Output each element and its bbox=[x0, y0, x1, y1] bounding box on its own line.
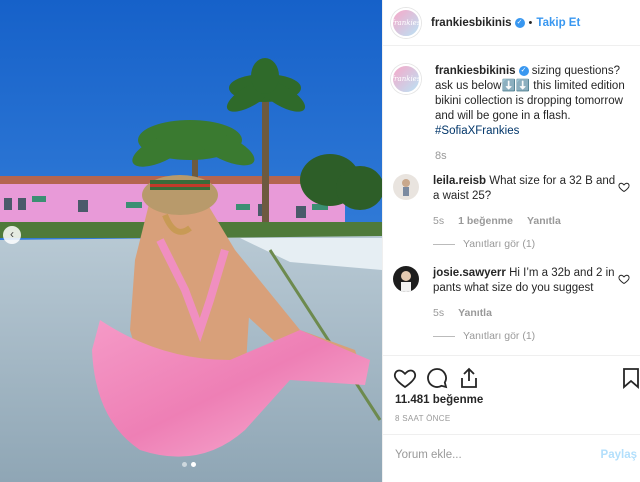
like-comment-heart-icon[interactable] bbox=[618, 273, 630, 285]
commenter-username[interactable]: josie.sawyerr bbox=[433, 267, 506, 279]
add-comment-bar: Paylaş bbox=[383, 434, 640, 482]
follow-separator: • bbox=[528, 16, 533, 29]
view-replies-button[interactable]: Yanıtları gör (1) bbox=[433, 329, 623, 344]
photo-illustration bbox=[0, 0, 382, 482]
post-dialog: ‹ frankies frankiesbikinis ✓ • Takip Et … bbox=[0, 0, 640, 482]
comment-likes[interactable]: 1 beğenme bbox=[458, 214, 513, 229]
reply-button[interactable]: Yanıtla bbox=[458, 306, 492, 321]
avatar-text: frankies bbox=[391, 18, 421, 27]
caption-avatar[interactable]: frankies bbox=[391, 64, 421, 94]
post-header: frankies frankiesbikinis ✓ • Takip Et bbox=[383, 0, 640, 46]
comment-time[interactable]: 5s bbox=[433, 306, 444, 321]
replies-line bbox=[433, 244, 455, 245]
hashtag-link[interactable]: #SofiaXFrankies bbox=[435, 125, 519, 137]
follow-button[interactable]: Takip Et bbox=[536, 17, 580, 29]
carousel-dot-active bbox=[191, 462, 196, 467]
bookmark-icon[interactable] bbox=[619, 366, 640, 390]
like-comment-heart-icon[interactable] bbox=[618, 181, 630, 193]
commenter-avatar[interactable] bbox=[393, 266, 419, 292]
username-link[interactable]: frankiesbikinis bbox=[431, 17, 512, 29]
verified-badge-icon: ✓ bbox=[518, 65, 529, 76]
previous-slide-button[interactable]: ‹ bbox=[3, 226, 21, 244]
post-caption: frankies frankiesbikinis ✓ sizing questio… bbox=[391, 64, 637, 164]
commenter-username[interactable]: leila.reisb bbox=[433, 175, 486, 187]
comment-time[interactable]: 5s bbox=[433, 214, 444, 229]
share-icon[interactable] bbox=[457, 366, 481, 390]
likes-count[interactable]: 11.481 beğenme bbox=[395, 394, 483, 406]
post-time-ago[interactable]: 8 SAAT ÖNCE bbox=[395, 414, 450, 423]
caption-username[interactable]: frankiesbikinis bbox=[435, 65, 516, 77]
reply-button[interactable]: Yanıtla bbox=[527, 214, 561, 229]
comment-meta: 5s 1 beğenme Yanıtla bbox=[433, 214, 623, 229]
caption-time[interactable]: 8s bbox=[435, 149, 637, 164]
carousel-dot bbox=[182, 462, 187, 467]
profile-avatar[interactable]: frankies bbox=[391, 7, 421, 38]
commenter-avatar[interactable] bbox=[393, 174, 419, 200]
comment-meta: 5s Yanıtla bbox=[433, 306, 623, 321]
post-actions bbox=[383, 355, 640, 399]
add-comment-input[interactable] bbox=[395, 449, 585, 461]
verified-badge-icon: ✓ bbox=[514, 17, 525, 28]
comment-icon[interactable] bbox=[425, 366, 449, 390]
caption-body: frankiesbikinis ✓ sizing questions? ask u… bbox=[435, 64, 637, 164]
carousel-dots bbox=[182, 462, 196, 467]
comment-body: leila.reisb What size for a 32 B and a w… bbox=[433, 174, 623, 252]
comment-item: josie.sawyerr Hi I’m a 32b and 2 in pant… bbox=[393, 266, 637, 344]
view-replies-label: Yanıtları gör (1) bbox=[463, 238, 536, 250]
post-photo[interactable]: ‹ bbox=[0, 0, 382, 482]
comment-item: leila.reisb What size for a 32 B and a w… bbox=[393, 174, 637, 252]
replies-line bbox=[433, 336, 455, 337]
post-side-panel: frankies frankiesbikinis ✓ • Takip Et fr… bbox=[382, 0, 640, 482]
view-replies-label: Yanıtları gör (1) bbox=[463, 330, 536, 342]
view-replies-button[interactable]: Yanıtları gör (1) bbox=[433, 237, 623, 252]
comment-body: josie.sawyerr Hi I’m a 32b and 2 in pant… bbox=[433, 266, 623, 344]
avatar-text: frankies bbox=[391, 75, 421, 83]
post-comment-button[interactable]: Paylaş bbox=[601, 449, 637, 461]
heart-icon[interactable] bbox=[393, 366, 417, 390]
